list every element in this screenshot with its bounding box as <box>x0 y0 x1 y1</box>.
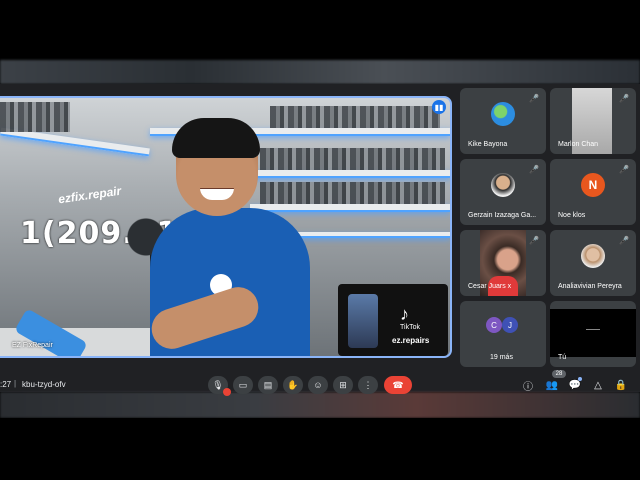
participant-count-badge: 28 <box>552 370 566 378</box>
more-options-button[interactable]: ⋮ <box>358 376 378 394</box>
bottom-letterbox <box>0 418 640 480</box>
people-button[interactable]: 👥 <box>545 378 559 392</box>
mic-off-icon: 🎤 <box>619 236 629 245</box>
participant-name: Kike Bayona <box>468 141 508 148</box>
self-name: Tú <box>558 354 567 361</box>
speaking-indicator-icon: ▮▮ <box>432 100 446 114</box>
recording-dot <box>223 388 231 396</box>
info-button[interactable]: ⓘ <box>521 378 535 393</box>
separator: | <box>14 379 17 388</box>
chat-notification-dot <box>578 377 582 381</box>
emoji-icon: ☺ <box>313 380 323 390</box>
tiktok-url: ez.repairs <box>392 336 430 345</box>
avatar <box>581 244 605 268</box>
shelf <box>250 170 450 178</box>
participant-tile[interactable]: 🎤 Kike Bayona <box>460 88 546 154</box>
avatar: J <box>502 317 518 333</box>
avatar: C <box>486 317 502 333</box>
leave-call-button[interactable]: ☎ <box>384 376 412 394</box>
tiktok-icon: ♪ <box>400 304 409 324</box>
mic-off-icon: 🎤 <box>619 94 629 103</box>
captions-button[interactable]: ▤ <box>258 376 278 394</box>
meeting-time: :27 <box>0 380 12 389</box>
mic-off-icon: 🎤 <box>529 236 539 245</box>
participant-tile[interactable]: 🎤 Marlon Chan <box>550 88 636 154</box>
main-speaker-tile[interactable]: ezfix.repair 1(209.316 ♪ TikTok ez.repai… <box>0 96 452 358</box>
person-hair <box>172 118 260 158</box>
blurred-background-top <box>0 60 640 84</box>
participant-tile[interactable]: 🎤 Cesar Juars x <box>460 230 546 296</box>
camera-button[interactable]: ▭ <box>233 376 253 394</box>
participant-name: Analiavivian Pereyra <box>558 283 622 290</box>
host-controls-button[interactable]: 🔒 <box>614 378 628 392</box>
shelf-items <box>270 106 440 128</box>
main-speaker-name: EZ FixRepair <box>12 342 53 349</box>
shelf-items <box>260 182 445 204</box>
captions-icon: ▤ <box>263 379 273 390</box>
mic-off-icon: 🎤 <box>619 165 629 174</box>
top-letterbox <box>0 0 640 60</box>
hand-icon: ✋ <box>287 379 299 390</box>
present-button[interactable]: ⊞ <box>333 376 353 394</box>
participant-name: Noe klos <box>558 212 586 219</box>
participant-name: Gerzain Izazaga Ga... <box>468 212 537 219</box>
people-icon: 👥 <box>545 379 559 391</box>
more-participants-tile[interactable]: C J 19 más <box>460 301 546 367</box>
participant-tile[interactable]: 🎤 Gerzain Izazaga Ga... <box>460 159 546 225</box>
lock-icon: 🔒 <box>614 379 628 391</box>
participant-tile[interactable]: 🎤 Analiavivian Pereyra <box>550 230 636 296</box>
shelf-items <box>0 102 70 132</box>
shelf-items <box>260 148 445 170</box>
chat-icon: 💬 <box>568 379 582 391</box>
blurred-background-bottom <box>0 392 640 418</box>
participant-name: Cesar Juars x <box>468 283 512 290</box>
more-participants-count: 19 más <box>490 354 513 361</box>
shelf <box>250 204 450 212</box>
activities-icon: △ <box>594 379 602 391</box>
participant-name: Marlon Chan <box>558 141 599 148</box>
tiktok-phone-image <box>348 294 378 348</box>
self-video <box>550 309 636 357</box>
self-view-tile[interactable]: Tú <box>550 301 636 367</box>
mic-off-icon: 🎤 <box>529 94 539 103</box>
more-vert-icon: ⋮ <box>363 379 373 390</box>
activities-button[interactable]: △ <box>591 378 605 392</box>
raise-hand-button[interactable]: ✋ <box>283 376 303 394</box>
avatar <box>491 173 515 197</box>
present-icon: ⊞ <box>339 379 347 390</box>
emoji-button[interactable]: ☺ <box>308 376 328 394</box>
mic-off-icon: 🎤 <box>529 165 539 174</box>
info-icon: ⓘ <box>523 381 533 393</box>
tiktok-brand: TikTok <box>400 324 420 331</box>
camera-icon: ▭ <box>238 379 248 390</box>
self-video-dash <box>586 329 600 330</box>
meeting-code: kbu-tzyd-ofv <box>22 380 66 389</box>
end-call-icon: ☎ <box>392 379 404 390</box>
avatar: N <box>581 173 605 197</box>
avatar <box>491 102 515 126</box>
mic-icon: 🎙 <box>212 379 224 390</box>
participant-tile[interactable]: N 🎤 Noe klos <box>550 159 636 225</box>
